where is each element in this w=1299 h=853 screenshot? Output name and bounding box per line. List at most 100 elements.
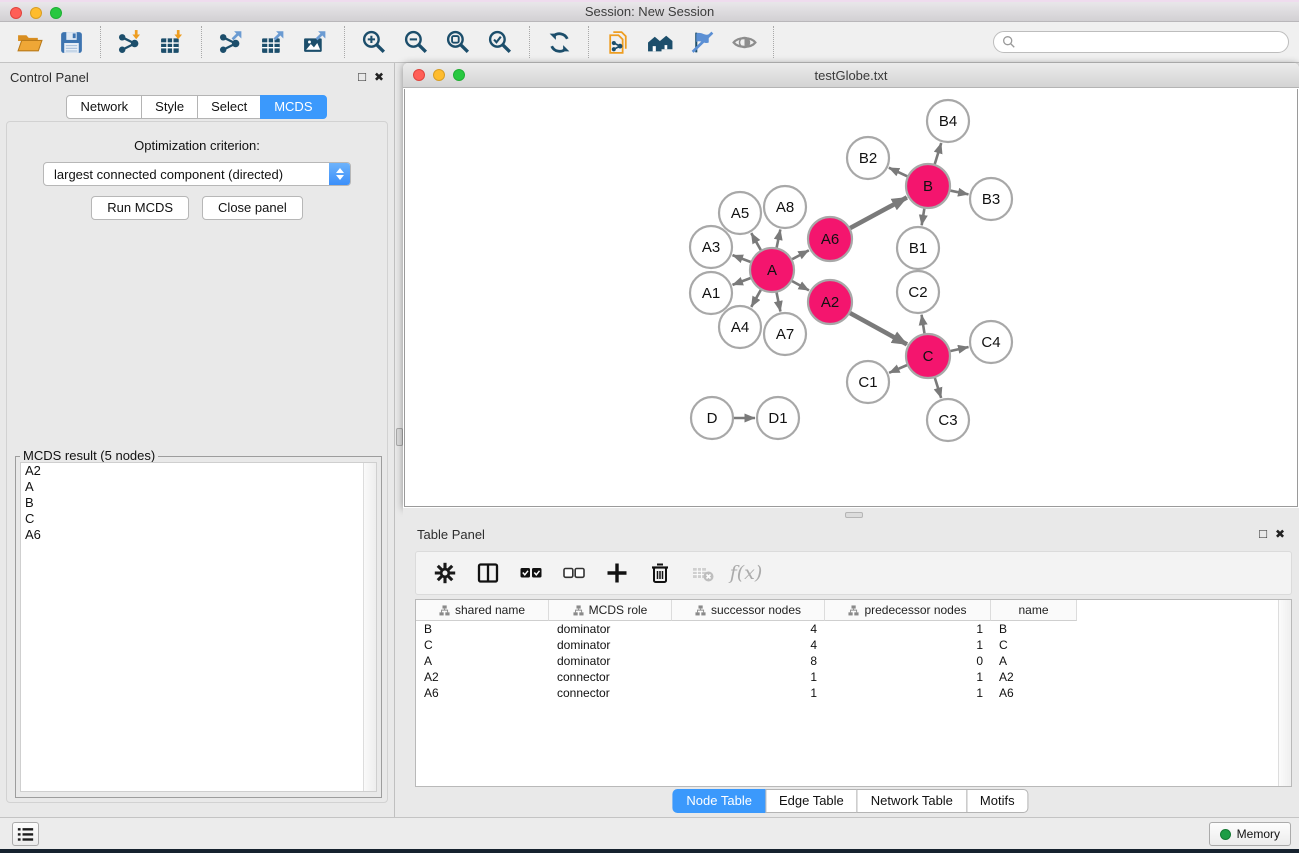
cell-shared-name[interactable]: A2 xyxy=(416,669,549,685)
column-visibility-button[interactable] xyxy=(475,560,501,586)
minimize-network-button[interactable] xyxy=(433,69,445,81)
cell-shared-name[interactable]: B xyxy=(416,621,549,637)
save-session-button[interactable] xyxy=(54,26,88,58)
cell-predecessor-nodes[interactable]: 1 xyxy=(825,669,991,685)
network-window-titlebar[interactable]: testGlobe.txt xyxy=(403,63,1299,88)
run-mcds-button[interactable]: Run MCDS xyxy=(91,196,189,220)
graph-node-A7[interactable]: A7 xyxy=(764,313,806,355)
graph-node-B1[interactable]: B1 xyxy=(897,227,939,269)
graph-edge-A-A5[interactable] xyxy=(751,233,761,251)
graph-node-C[interactable]: C xyxy=(906,334,950,378)
graph-node-B[interactable]: B xyxy=(906,164,950,208)
network-graph[interactable]: B4B2BB3A8A5A6A3B1AA1C2A2A4A7C4CC1DC3D1 xyxy=(405,89,1298,507)
column-header-successor-nodes[interactable]: successor nodes xyxy=(672,600,825,621)
criterion-select[interactable]: largest connected component (directed) xyxy=(43,162,351,186)
search-box[interactable] xyxy=(993,31,1289,53)
graph-edge-C-C4[interactable] xyxy=(949,347,968,351)
add-row-button[interactable] xyxy=(604,560,630,586)
result-scrollbar[interactable] xyxy=(363,463,376,791)
tab-select[interactable]: Select xyxy=(197,95,261,119)
graph-node-D1[interactable]: D1 xyxy=(757,397,799,439)
cell-shared-name[interactable]: A6 xyxy=(416,685,549,701)
memory-button[interactable]: Memory xyxy=(1209,822,1291,846)
export-table-button[interactable] xyxy=(256,26,290,58)
mcds-result-item[interactable]: A6 xyxy=(21,527,376,543)
graph-node-A2[interactable]: A2 xyxy=(808,280,852,324)
show-graphics-button[interactable] xyxy=(727,26,761,58)
float-panel-icon[interactable]: □ xyxy=(358,71,366,83)
tab-motifs[interactable]: Motifs xyxy=(966,789,1029,813)
cell-name[interactable]: C xyxy=(991,637,1077,653)
zoom-selected-button[interactable] xyxy=(483,26,517,58)
graph-edge-B-B3[interactable] xyxy=(950,190,969,194)
graph-edge-A-A7[interactable] xyxy=(776,292,780,312)
float-table-panel-icon[interactable]: □ xyxy=(1259,528,1267,540)
clone-network-button[interactable] xyxy=(601,26,635,58)
horizontal-splitter-handle[interactable] xyxy=(845,512,863,518)
vertical-splitter-handle[interactable] xyxy=(396,428,403,446)
zoom-fit-button[interactable] xyxy=(441,26,475,58)
graph-edge-A2-C[interactable] xyxy=(849,313,907,345)
graph-edge-B-B4[interactable] xyxy=(934,143,941,165)
close-panel-button[interactable]: Close panel xyxy=(202,196,303,220)
zoom-in-button[interactable] xyxy=(357,26,391,58)
tab-network[interactable]: Network xyxy=(66,95,142,119)
mcds-result-item[interactable]: B xyxy=(21,495,376,511)
column-header-predecessor-nodes[interactable]: predecessor nodes xyxy=(825,600,991,621)
column-header-mcds-role[interactable]: MCDS role xyxy=(549,600,672,621)
mcds-result-item[interactable]: A2 xyxy=(21,463,376,479)
graph-node-B2[interactable]: B2 xyxy=(847,137,889,179)
cell-shared-name[interactable]: A xyxy=(416,653,549,669)
column-header-shared-name[interactable]: shared name xyxy=(416,600,549,621)
table-scrollbar[interactable] xyxy=(1278,600,1291,786)
task-history-button[interactable] xyxy=(12,822,39,846)
graph-node-A8[interactable]: A8 xyxy=(764,186,806,228)
import-network-button[interactable] xyxy=(113,26,147,58)
maximize-window-button[interactable] xyxy=(50,7,62,19)
graph-node-C1[interactable]: C1 xyxy=(847,361,889,403)
graph-edge-C-C1[interactable] xyxy=(889,365,908,373)
cell-mcds-role[interactable]: dominator xyxy=(549,653,672,669)
graph-edge-A-A3[interactable] xyxy=(733,255,752,262)
graph-node-C2[interactable]: C2 xyxy=(897,271,939,313)
table-row-A[interactable]: Adominator80A xyxy=(416,653,1291,669)
mcds-result-item[interactable]: A xyxy=(21,479,376,495)
graph-edge-A6-B[interactable] xyxy=(849,197,907,228)
search-input[interactable] xyxy=(1021,35,1280,49)
tab-network-table[interactable]: Network Table xyxy=(857,789,967,813)
export-network-button[interactable] xyxy=(214,26,248,58)
zoom-out-button[interactable] xyxy=(399,26,433,58)
open-file-button[interactable] xyxy=(12,26,46,58)
cell-predecessor-nodes[interactable]: 0 xyxy=(825,653,991,669)
close-table-panel-icon[interactable]: ✖ xyxy=(1275,528,1285,540)
graph-edge-A-A1[interactable] xyxy=(733,278,752,285)
graph-edge-B-B1[interactable] xyxy=(922,208,925,226)
cell-mcds-role[interactable]: connector xyxy=(549,669,672,685)
graph-node-D[interactable]: D xyxy=(691,397,733,439)
tab-mcds[interactable]: MCDS xyxy=(260,95,326,119)
graph-edge-A-A8[interactable] xyxy=(776,230,780,249)
cell-mcds-role[interactable]: connector xyxy=(549,685,672,701)
refresh-layout-button[interactable] xyxy=(542,26,576,58)
graph-edge-B-B2[interactable] xyxy=(889,168,908,177)
close-network-button[interactable] xyxy=(413,69,425,81)
graph-node-C3[interactable]: C3 xyxy=(927,399,969,441)
cell-successor-nodes[interactable]: 4 xyxy=(672,637,825,653)
cell-shared-name[interactable]: C xyxy=(416,637,549,653)
cell-successor-nodes[interactable]: 4 xyxy=(672,621,825,637)
delete-row-button[interactable] xyxy=(647,560,673,586)
graph-node-A3[interactable]: A3 xyxy=(690,226,732,268)
graph-edge-C-C3[interactable] xyxy=(935,377,942,398)
import-table-button[interactable] xyxy=(155,26,189,58)
mcds-result-item[interactable]: C xyxy=(21,511,376,527)
table-row-B[interactable]: Bdominator41B xyxy=(416,621,1291,637)
settings-gear-button[interactable] xyxy=(432,560,458,586)
column-header-name[interactable]: name xyxy=(991,600,1077,621)
hide-annotations-button[interactable] xyxy=(685,26,719,58)
cell-name[interactable]: B xyxy=(991,621,1077,637)
cell-predecessor-nodes[interactable]: 1 xyxy=(825,685,991,701)
table-row-A6[interactable]: A6connector11A6 xyxy=(416,685,1291,701)
graph-node-B4[interactable]: B4 xyxy=(927,100,969,142)
home-session-button[interactable] xyxy=(643,26,677,58)
graph-node-A1[interactable]: A1 xyxy=(690,272,732,314)
